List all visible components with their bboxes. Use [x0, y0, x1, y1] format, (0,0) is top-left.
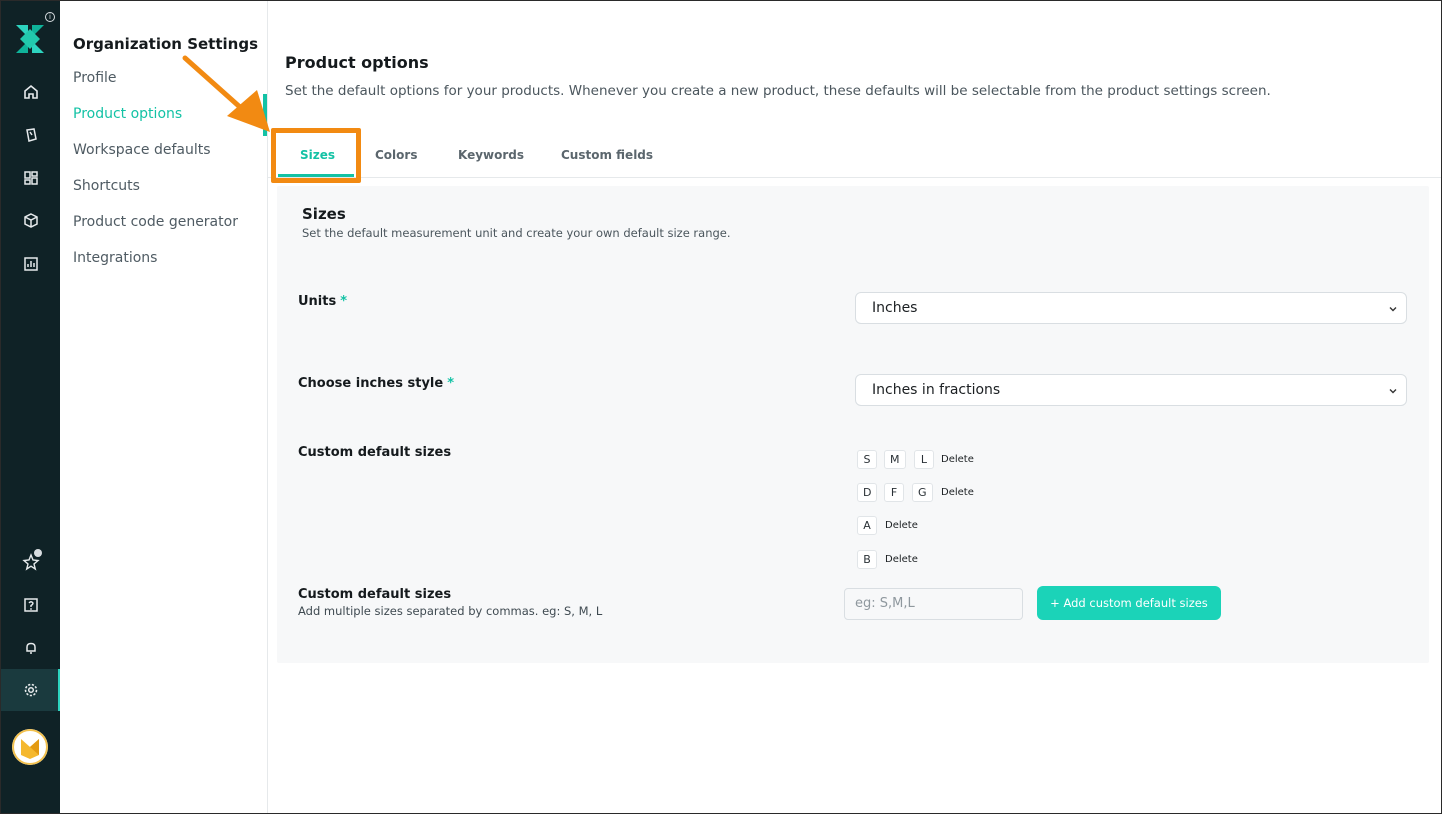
app-rail: i [1, 1, 61, 813]
units-select[interactable]: Inches [855, 292, 1407, 324]
tab-bar: Sizes Colors Keywords Custom fields [268, 132, 1441, 178]
chart-icon[interactable] [1, 243, 60, 285]
user-avatar[interactable] [12, 729, 48, 765]
size-chip: G [912, 483, 933, 502]
required-mark: * [447, 376, 455, 391]
chevron-down-icon [1389, 307, 1397, 312]
nav-item-product-code-generator[interactable]: Product code generator [73, 214, 238, 230]
custom-sizes-label: Custom default sizes [298, 445, 452, 460]
sizes-title: Sizes [302, 205, 346, 223]
sizes-panel: Sizes Set the default measurement unit a… [277, 186, 1429, 663]
inches-style-select-value: Inches in fractions [872, 382, 1001, 398]
bell-icon[interactable] [1, 627, 60, 669]
add-sizes-help: Add multiple sizes separated by commas. … [298, 604, 603, 618]
sizes-description: Set the default measurement unit and cre… [302, 226, 731, 240]
delete-size-group-button[interactable]: Delete [941, 487, 974, 498]
nav-item-integrations[interactable]: Integrations [73, 250, 157, 266]
size-chip: B [857, 550, 877, 569]
add-sizes-label: Custom default sizes [298, 587, 452, 602]
page-title: Product options [285, 53, 429, 72]
delete-size-group-button[interactable]: Delete [941, 454, 974, 465]
delete-size-group-button[interactable]: Delete [885, 554, 918, 565]
tab-custom-fields[interactable]: Custom fields [561, 148, 653, 162]
star-icon[interactable] [1, 541, 60, 583]
tab-keywords[interactable]: Keywords [458, 148, 524, 162]
annotation-arrow-icon [182, 55, 270, 132]
chevron-down-icon [1389, 389, 1397, 394]
size-chip: L [914, 450, 934, 469]
size-chip: D [857, 483, 878, 502]
size-chip: S [857, 450, 877, 469]
app-logo[interactable] [14, 23, 46, 55]
nav-item-product-options[interactable]: Product options [73, 106, 182, 122]
nav-item-profile[interactable]: Profile [73, 70, 117, 86]
delete-size-group-button[interactable]: Delete [885, 520, 918, 531]
units-select-value: Inches [872, 300, 918, 316]
custom-sizes-input[interactable]: eg: S,M,L [844, 588, 1023, 620]
tag-icon[interactable] [1, 114, 60, 156]
size-chip: M [884, 450, 906, 469]
box-icon[interactable] [1, 200, 60, 242]
notification-dot [34, 549, 42, 557]
tab-colors[interactable]: Colors [375, 148, 417, 162]
inches-style-label: Choose inches style * [298, 376, 455, 391]
required-mark: * [340, 294, 348, 309]
gear-icon[interactable] [1, 669, 61, 711]
add-custom-sizes-button[interactable]: + Add custom default sizes [1037, 586, 1221, 620]
size-chip: F [884, 483, 904, 502]
info-icon[interactable]: i [45, 12, 55, 22]
nav-item-shortcuts[interactable]: Shortcuts [73, 178, 140, 194]
inches-style-select[interactable]: Inches in fractions [855, 374, 1407, 406]
units-label: Units * [298, 294, 348, 309]
dashboard-icon[interactable] [1, 157, 60, 199]
size-chip: A [857, 516, 877, 535]
main-content: Product options Set the default options … [268, 1, 1441, 813]
home-icon[interactable] [1, 71, 60, 113]
help-icon[interactable] [1, 584, 60, 626]
annotation-highlight-box [271, 128, 361, 183]
nav-item-workspace-defaults[interactable]: Workspace defaults [73, 142, 211, 158]
page-description: Set the default options for your product… [285, 83, 1271, 99]
